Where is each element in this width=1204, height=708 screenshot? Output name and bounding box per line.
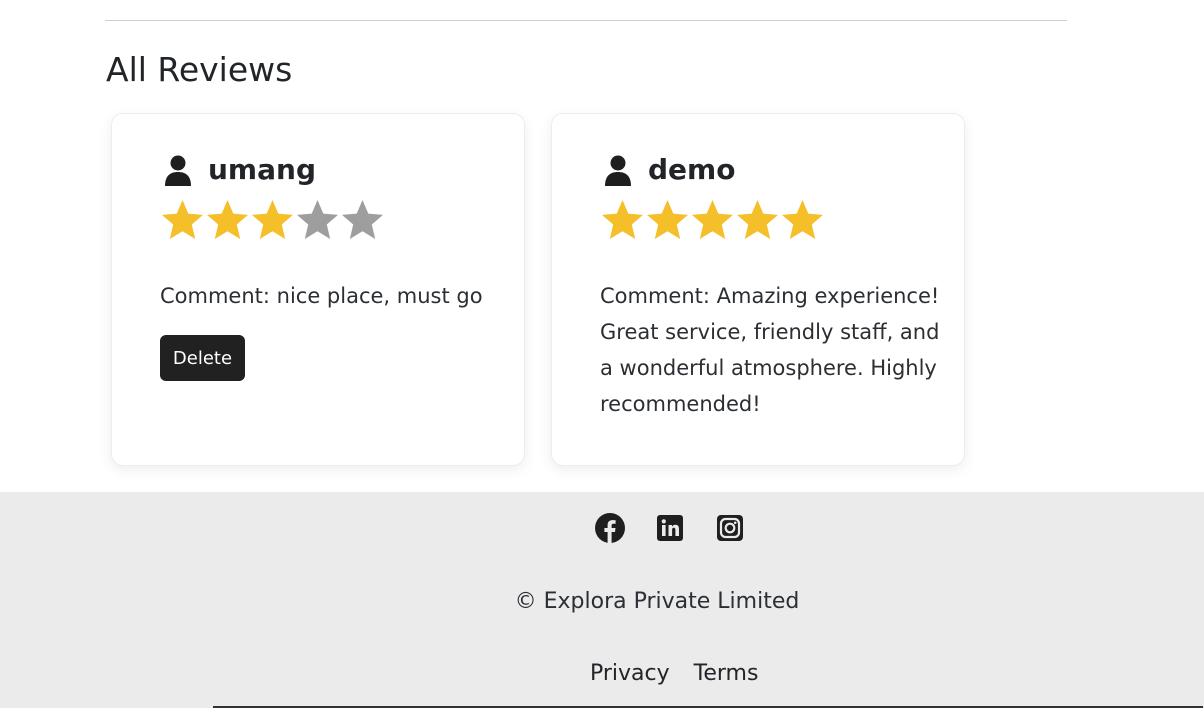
- user-icon: [605, 155, 631, 186]
- review-author-row: umang: [165, 150, 316, 190]
- review-comment: Comment: nice place, must go: [160, 284, 483, 308]
- privacy-link[interactable]: Privacy: [590, 658, 670, 690]
- user-icon: [165, 155, 191, 186]
- facebook-icon[interactable]: [594, 512, 626, 544]
- copyright-text: © Explora Private Limited: [514, 589, 800, 614]
- star-empty-icon: [342, 200, 383, 239]
- star-filled-icon: [692, 200, 733, 239]
- star-filled-icon: [602, 200, 643, 239]
- review-author-row: demo: [605, 150, 735, 190]
- review-comment: Comment: Amazing experience! Great servi…: [600, 284, 940, 416]
- review-card: umang Comment: nice place, must go Delet…: [111, 113, 525, 466]
- star-filled-icon: [782, 200, 823, 239]
- page-footer: © Explora Private Limited Privacy Terms: [0, 492, 1204, 708]
- review-card: demo Comment: Amazing experience! Great …: [551, 113, 965, 466]
- star-filled-icon: [737, 200, 778, 239]
- star-filled-icon: [207, 200, 248, 239]
- star-rating: [600, 198, 825, 244]
- star-filled-icon: [252, 200, 293, 239]
- review-author-name: umang: [208, 153, 316, 186]
- review-author-name: demo: [648, 153, 736, 186]
- star-filled-icon: [647, 200, 688, 239]
- delete-review-button[interactable]: Delete: [160, 335, 245, 381]
- social-links: [594, 512, 746, 544]
- star-filled-icon: [162, 200, 203, 239]
- page-title: All Reviews: [106, 50, 293, 89]
- star-rating: [160, 198, 385, 244]
- terms-link[interactable]: Terms: [694, 658, 759, 690]
- star-empty-icon: [297, 200, 338, 239]
- section-divider: [105, 20, 1067, 21]
- linkedin-icon[interactable]: [654, 512, 686, 544]
- instagram-icon[interactable]: [714, 512, 746, 544]
- footer-links: Privacy Terms: [590, 658, 782, 690]
